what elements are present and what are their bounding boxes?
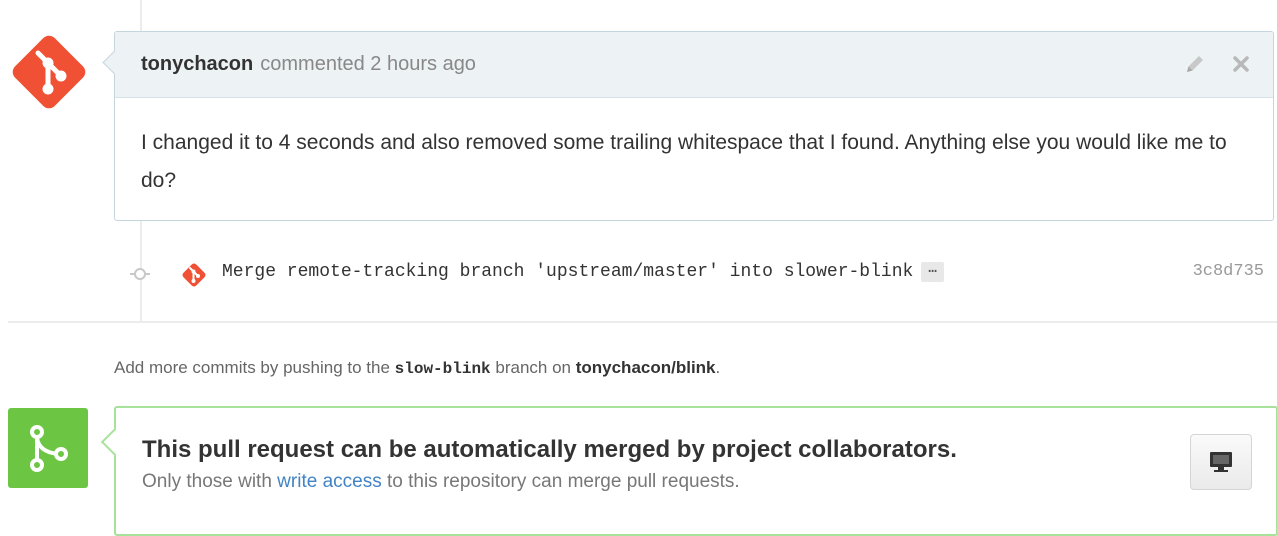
commit-message-link[interactable]: Merge remote-tracking branch 'upstream/m… [222,262,913,282]
git-logo-commit-icon [182,263,206,287]
comment-box: tonychacon commented 2 hours ago I chang… [114,31,1274,221]
push-hint-prefix: Add more commits by pushing to the [114,358,395,377]
git-merge-icon [30,425,68,472]
merge-status-box: This pull request can be automatically m… [114,406,1277,536]
command-line-instructions-button[interactable] [1190,434,1252,490]
merge-status-title: This pull request can be automatically m… [142,436,957,463]
write-access-link[interactable]: write access [277,471,382,492]
merge-status-subtitle: Only those with write access to this rep… [142,471,740,493]
push-hint-suffix: . [715,358,721,377]
monitor-icon [1210,452,1232,472]
expand-commit-button[interactable]: … [921,262,944,282]
merge-sub-prefix: Only those with [142,471,278,492]
commit-row: Merge remote-tracking branch 'upstream/m… [114,256,1264,292]
timeline-divider [8,321,1277,323]
push-hint-middle: branch on [490,358,576,377]
commit-node-icon [130,268,150,280]
repo-link[interactable]: tonychacon/blink [576,358,716,377]
merge-sub-suffix: to this repository can merge pull reques… [381,471,740,492]
comment-body: I changed it to 4 seconds and also remov… [141,131,1227,192]
push-hint: Add more commits by pushing to the slow-… [114,358,720,378]
pencil-icon[interactable] [1183,52,1207,76]
comment-header: tonychacon commented 2 hours ago [115,32,1273,98]
comment-timestamp[interactable]: commented 2 hours ago [260,53,476,76]
merge-status-avatar [8,408,88,488]
comment-author-link[interactable]: tonychacon [141,53,253,76]
git-logo-avatar-icon[interactable] [8,31,90,113]
commit-sha-link[interactable]: 3c8d735 [1193,262,1264,281]
branch-name: slow-blink [394,360,491,378]
close-icon[interactable] [1229,52,1253,76]
